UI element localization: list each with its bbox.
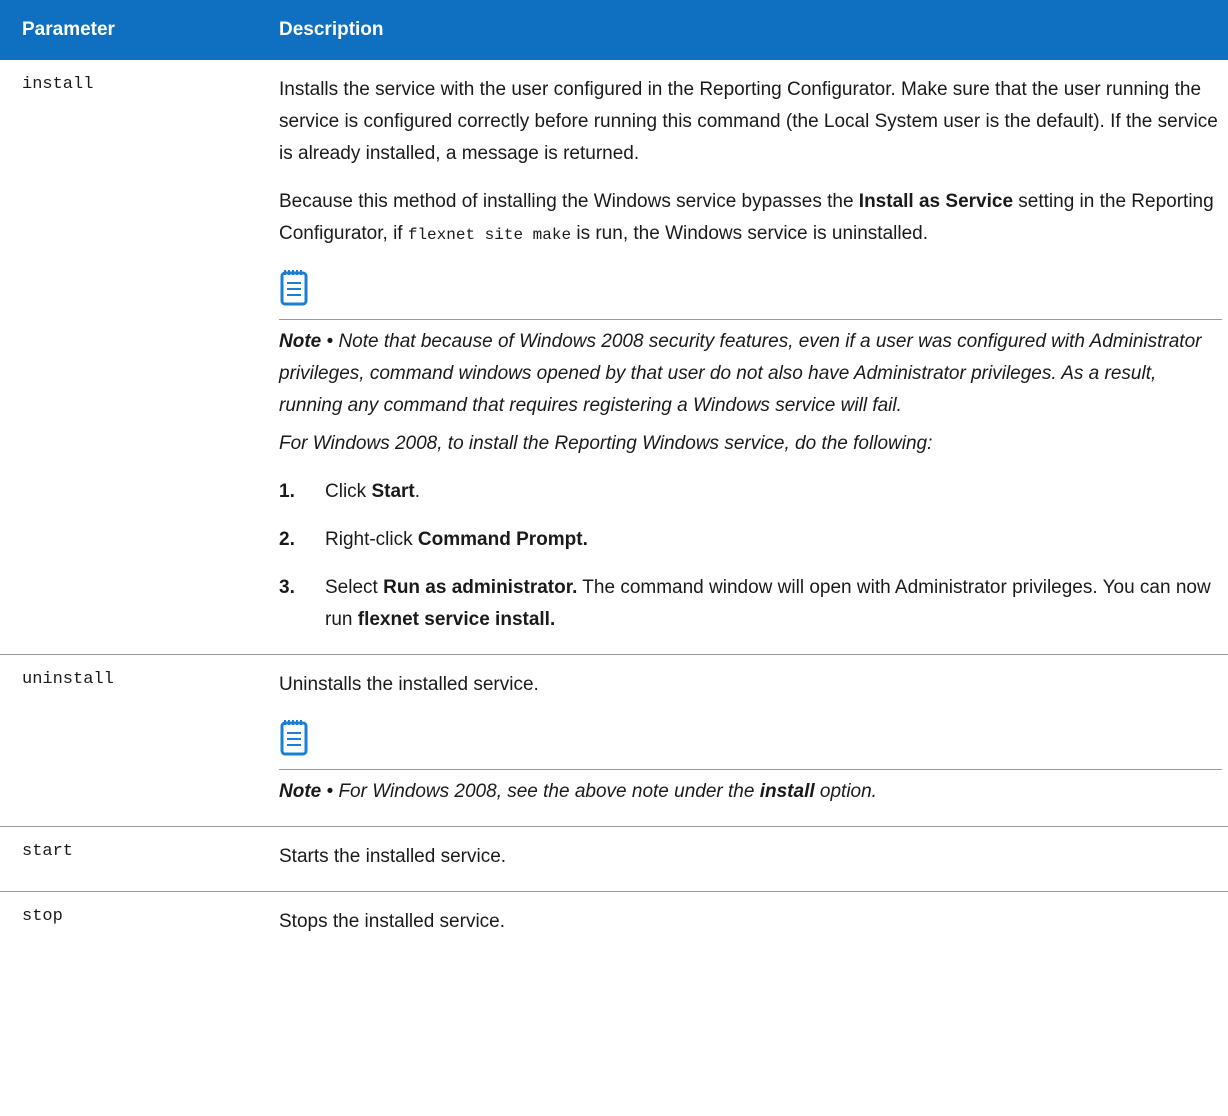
step-text: Select Run as administrator. The command… (325, 572, 1222, 636)
command-code: flexnet site make (407, 226, 572, 244)
parameter-column-header: Parameter (0, 0, 270, 60)
step-text: Right-click Command Prompt. (325, 524, 588, 556)
note-icon-container (279, 715, 1222, 770)
parameter-table: Parameter Description install Installs t… (0, 0, 1228, 956)
description-uninstall: Uninstalls the installed service. Note •… (270, 654, 1228, 827)
step-bold: Start (371, 481, 415, 502)
note-separator: • (321, 781, 339, 802)
table-header-row: Parameter Description (0, 0, 1228, 60)
description-install: Installs the service with the user confi… (270, 60, 1228, 655)
install-as-service-term: Install as Service (858, 191, 1014, 212)
param-install: install (0, 60, 270, 655)
description-stop: Stops the installed service. (279, 911, 506, 932)
text-span: Right-click (325, 529, 418, 550)
description-column-header: Description (270, 0, 1228, 60)
step-bold: flexnet service install. (357, 609, 556, 630)
text-span: Select (325, 577, 384, 598)
install-option-term: install (759, 781, 815, 802)
install-description: Installs the service with the user confi… (279, 79, 1218, 164)
steps-list: 1. Click Start. 2. Right-click Command Pro… (279, 476, 1222, 636)
text-span: Click (325, 481, 372, 502)
param-uninstall: uninstall (0, 654, 270, 827)
note-body: Note that because of Windows 2008 securi… (279, 331, 1202, 416)
list-item: 1. Click Start. (279, 476, 1222, 508)
install-bypass-paragraph: Because this method of installing the Wi… (279, 186, 1222, 251)
param-stop: stop (22, 907, 63, 926)
note-text: Note • Note that because of Windows 2008… (279, 326, 1222, 422)
note-separator: • (321, 331, 339, 352)
step-bold: Run as administrator. (383, 577, 578, 598)
param-start: start (0, 826, 270, 892)
note-label: Note (279, 781, 322, 802)
step-number: 1. (279, 481, 295, 502)
note-body: option. (814, 781, 877, 802)
step-text: Click Start. (325, 476, 420, 508)
note-body: For Windows 2008, see the above note und… (338, 781, 760, 802)
uninstall-description: Uninstalls the installed service. (279, 674, 539, 695)
step-number: 2. (279, 529, 295, 550)
step-bold: Command Prompt. (417, 529, 588, 550)
table-row: start Starts the installed service. (0, 826, 1228, 892)
note-text: Note • For Windows 2008, see the above n… (279, 776, 1222, 808)
text-span: is run, the Windows service is uninstall… (571, 223, 929, 244)
notepad-icon (280, 270, 308, 306)
text-span: . (414, 481, 421, 502)
table-row: install Installs the service with the us… (0, 60, 1228, 655)
note-icon-container (279, 265, 1222, 320)
note-label: Note (279, 331, 322, 352)
table-row: stop Stops the installed service. (0, 892, 1228, 957)
text-span: Because this method of installing the Wi… (279, 191, 859, 212)
step-number: 3. (279, 577, 295, 598)
list-item: 2. Right-click Command Prompt. (279, 524, 1222, 556)
description-start: Starts the installed service. (270, 826, 1228, 892)
note-followup: For Windows 2008, to install the Reporti… (279, 433, 933, 454)
list-item: 3. Select Run as administrator. The comma… (279, 572, 1222, 636)
notepad-icon (280, 720, 308, 756)
table-row: uninstall Uninstalls the installed servi… (0, 654, 1228, 827)
